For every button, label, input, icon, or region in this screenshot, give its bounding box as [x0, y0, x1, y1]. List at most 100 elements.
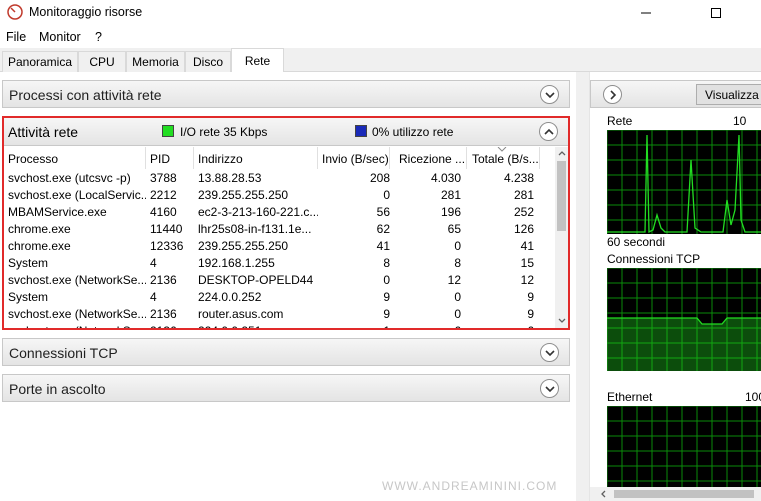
watermark: WWW.ANDREAMININI.COM — [382, 479, 558, 493]
expand-tcp-button[interactable] — [540, 343, 559, 362]
table-row[interactable]: svchost.exe (utcsvc -p) 3788 13.88.28.53 20… — [4, 170, 554, 187]
scrollbar-thumb[interactable] — [557, 161, 566, 231]
pane-splitter[interactable] — [576, 72, 589, 501]
table-cell: System — [8, 256, 49, 270]
section-processes-title: Processi con attività rete — [9, 87, 162, 103]
maximize-button[interactable] — [693, 0, 739, 26]
chevron-right-icon — [609, 89, 616, 100]
network-activity-table: Processo PID Indirizzo Invio (B/sec) Ric… — [4, 147, 554, 328]
table-cell: chrome.exe — [8, 239, 71, 253]
tab-cpu[interactable]: CPU — [78, 51, 126, 72]
table-cell: 3788 — [150, 171, 177, 185]
right-pane-hscroll[interactable] — [590, 487, 761, 501]
scroll-left-icon[interactable] — [600, 490, 606, 498]
window-title: Monitoraggio risorse — [29, 5, 143, 19]
tab-panoramica[interactable]: Panoramica — [2, 51, 78, 72]
view-button[interactable]: Visualizza — [696, 84, 761, 105]
network-graph — [607, 130, 761, 234]
chevron-down-icon — [544, 91, 555, 98]
table-cell: 8 — [454, 256, 461, 270]
section-processes-header[interactable]: Processi con attività rete — [2, 80, 570, 108]
legend-util-label: 0% utilizzo rete — [372, 125, 454, 139]
scroll-up-icon[interactable] — [558, 150, 566, 156]
collapse-graphs-button[interactable] — [603, 85, 622, 104]
menu-file[interactable]: File — [6, 30, 26, 44]
table-cell: 2136 — [150, 324, 194, 328]
graph-timespan-label: 60 secondi — [607, 235, 666, 249]
section-network-activity-title: Attività rete — [8, 124, 79, 140]
tcp-connections-graph — [607, 268, 761, 371]
hscroll-thumb[interactable] — [614, 490, 754, 498]
tab-disco[interactable]: Disco — [185, 51, 231, 72]
table-cell: 4.030 — [430, 171, 461, 185]
graph-trace — [607, 134, 761, 234]
table-cell: svchost.exe (NetworkSe... — [8, 273, 146, 287]
table-cell: 65 — [447, 222, 461, 236]
table-cell: 126 — [513, 222, 534, 236]
tab-rete[interactable]: Rete — [231, 48, 284, 73]
scroll-down-icon[interactable] — [558, 318, 566, 324]
table-cell: 4160 — [150, 205, 177, 219]
chevron-down-icon — [544, 349, 555, 356]
section-ports-header[interactable]: Porte in ascolto — [2, 374, 570, 402]
table-row[interactable]: System 4 224.0.0.252 9 0 9 — [4, 289, 554, 306]
table-cell: 11440 — [150, 222, 183, 236]
menu-help[interactable]: ? — [95, 30, 102, 44]
title-bar: Monitoraggio risorse — [0, 0, 761, 26]
table-cell: 9 — [383, 307, 390, 321]
table-cell: lhr25s08-in-f131.1e... — [198, 222, 312, 236]
menu-monitor[interactable]: Monitor — [39, 30, 81, 44]
table-cell: 15 — [520, 256, 534, 270]
table-cell: 239.255.255.250 — [198, 239, 289, 253]
minimize-icon — [641, 12, 651, 14]
table-cell: 12 — [520, 273, 534, 287]
table-cell: 56 — [376, 205, 390, 219]
table-cell: 0 — [383, 188, 390, 202]
table-scrollbar[interactable] — [555, 147, 568, 328]
table-row[interactable]: System 4 192.168.1.255 8 8 15 — [4, 255, 554, 272]
table-row[interactable]: svchost.exe (NetworkSe... 2136 router.asus… — [4, 306, 554, 323]
table-cell: 281 — [513, 188, 534, 202]
table-cell: 1 — [322, 324, 390, 328]
table-row[interactable]: svchost.exe (LocalServic... 2212 239.255.2… — [4, 187, 554, 204]
expand-processes-button[interactable] — [540, 85, 559, 104]
ethernet-graph — [607, 406, 761, 496]
expand-ports-button[interactable] — [540, 379, 559, 398]
table-cell: 208 — [369, 171, 390, 185]
table-cell: 281 — [440, 188, 461, 202]
section-ports-title: Porte in ascolto — [9, 381, 106, 397]
table-row[interactable]: svchost.exe (NetworkSe... 2136 DESKTOP-OPE… — [4, 272, 554, 289]
section-network-activity-header[interactable]: Attività rete I/O rete 35 Kbps 0% utiliz… — [4, 118, 568, 146]
col-ricezione[interactable]: Ricezione ... — [397, 147, 467, 169]
table-row[interactable]: svchost.exe (NetworkSe... 2136 224.0.0.251… — [4, 323, 554, 328]
minimize-button[interactable] — [623, 0, 669, 26]
table-row[interactable]: chrome.exe 12336 239.255.255.250 41 0 41 — [4, 238, 554, 255]
table-header: Processo PID Indirizzo Invio (B/sec) Ric… — [4, 147, 554, 169]
table-cell: 0 — [383, 273, 390, 287]
table-cell: 4 — [150, 256, 157, 270]
col-processo[interactable]: Processo — [8, 147, 146, 169]
table-cell: 252 — [513, 205, 534, 219]
table-cell: ec2-3-213-160-221.c... — [198, 205, 318, 219]
col-pid[interactable]: PID — [150, 147, 194, 169]
graph-ethernet-label: Ethernet — [607, 390, 653, 404]
tab-memoria[interactable]: Memoria — [126, 51, 185, 72]
table-cell: router.asus.com — [198, 307, 284, 321]
table-row[interactable]: chrome.exe 11440 lhr25s08-in-f131.1e... 62 6… — [4, 221, 554, 238]
col-indirizzo[interactable]: Indirizzo — [198, 147, 318, 169]
table-cell: 4.238 — [503, 171, 534, 185]
sort-desc-icon — [497, 147, 507, 152]
collapse-network-activity-button[interactable] — [539, 122, 558, 141]
table-row[interactable]: MBAMService.exe 4160 ec2-3-213-160-221.c..… — [4, 204, 554, 221]
graph-network-label: Rete — [607, 114, 633, 128]
legend-io-swatch — [162, 125, 174, 137]
legend-io-label: I/O rete 35 Kbps — [180, 125, 268, 139]
table-cell: 12 — [447, 273, 461, 287]
section-tcp-header[interactable]: Connessioni TCP — [2, 338, 570, 366]
legend-util-swatch — [355, 125, 367, 137]
table-cell: 62 — [376, 222, 390, 236]
col-invio[interactable]: Invio (B/sec) — [322, 147, 390, 169]
table-cell: 9 — [383, 290, 390, 304]
table-cell: 8 — [383, 256, 390, 270]
table-cell: 192.168.1.255 — [198, 256, 275, 270]
